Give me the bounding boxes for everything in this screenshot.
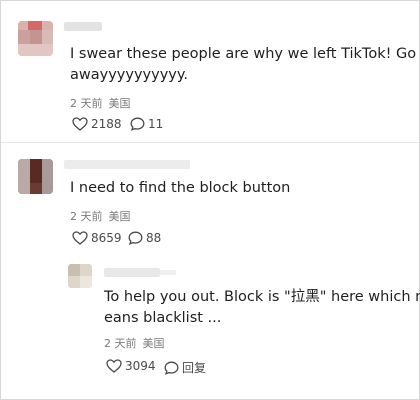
comment-text: I swear these people are why we left Tik… bbox=[70, 44, 416, 86]
heart-icon bbox=[106, 359, 122, 373]
like-button[interactable]: 3094 bbox=[106, 359, 156, 373]
comment-time: 2 天前 bbox=[70, 97, 103, 110]
reply-button[interactable]: 回复 bbox=[164, 359, 206, 376]
username-blurred[interactable] bbox=[104, 268, 160, 277]
username-blurred[interactable] bbox=[64, 22, 102, 31]
comment-time: 2 天前 bbox=[70, 210, 103, 223]
heart-icon bbox=[72, 231, 88, 245]
username-blurred[interactable] bbox=[64, 160, 190, 169]
comment-text: To help you out. Block is "拉黑" here whic… bbox=[104, 287, 420, 329]
comment-text-line: eans blacklist ... bbox=[104, 310, 222, 326]
comment-location: 美国 bbox=[108, 97, 131, 110]
avatar[interactable] bbox=[68, 264, 92, 288]
like-count: 2188 bbox=[91, 117, 122, 131]
reply-count: 88 bbox=[146, 231, 162, 245]
heart-icon bbox=[72, 117, 88, 131]
like-button[interactable]: 2188 bbox=[72, 117, 122, 131]
comment-text-line: I need to find the block button bbox=[70, 180, 291, 196]
comment-meta: 2 天前 美国 bbox=[70, 208, 137, 224]
comment-text: I need to find the block button bbox=[70, 178, 290, 199]
reply-button[interactable]: 88 bbox=[128, 231, 161, 245]
comment-location: 美国 bbox=[142, 337, 165, 350]
like-button[interactable]: 8659 bbox=[72, 231, 122, 245]
comment-text-line: I swear these people are why we left Tik… bbox=[70, 46, 417, 62]
comment-time: 2 天前 bbox=[104, 337, 137, 350]
reply-label: 回复 bbox=[182, 361, 207, 375]
like-count: 3094 bbox=[125, 359, 156, 373]
speech-bubble-icon bbox=[128, 231, 143, 245]
comment-text-line: To help you out. Block is "拉黑" here whic… bbox=[104, 289, 420, 305]
speech-bubble-icon bbox=[164, 361, 179, 375]
comment-location: 美国 bbox=[108, 210, 131, 223]
username-blurred bbox=[160, 270, 176, 275]
comment-meta: 2 天前 美国 bbox=[104, 335, 171, 351]
comment-meta: 2 天前 美国 bbox=[70, 95, 137, 111]
speech-bubble-icon bbox=[130, 117, 145, 131]
avatar[interactable] bbox=[18, 159, 53, 194]
comment-text-line: awayyyyyyyyyy. bbox=[70, 67, 188, 83]
like-count: 8659 bbox=[91, 231, 122, 245]
comment-divider bbox=[1, 142, 419, 143]
avatar[interactable] bbox=[18, 21, 53, 56]
reply-button[interactable]: 11 bbox=[130, 117, 163, 131]
reply-count: 11 bbox=[148, 117, 164, 131]
